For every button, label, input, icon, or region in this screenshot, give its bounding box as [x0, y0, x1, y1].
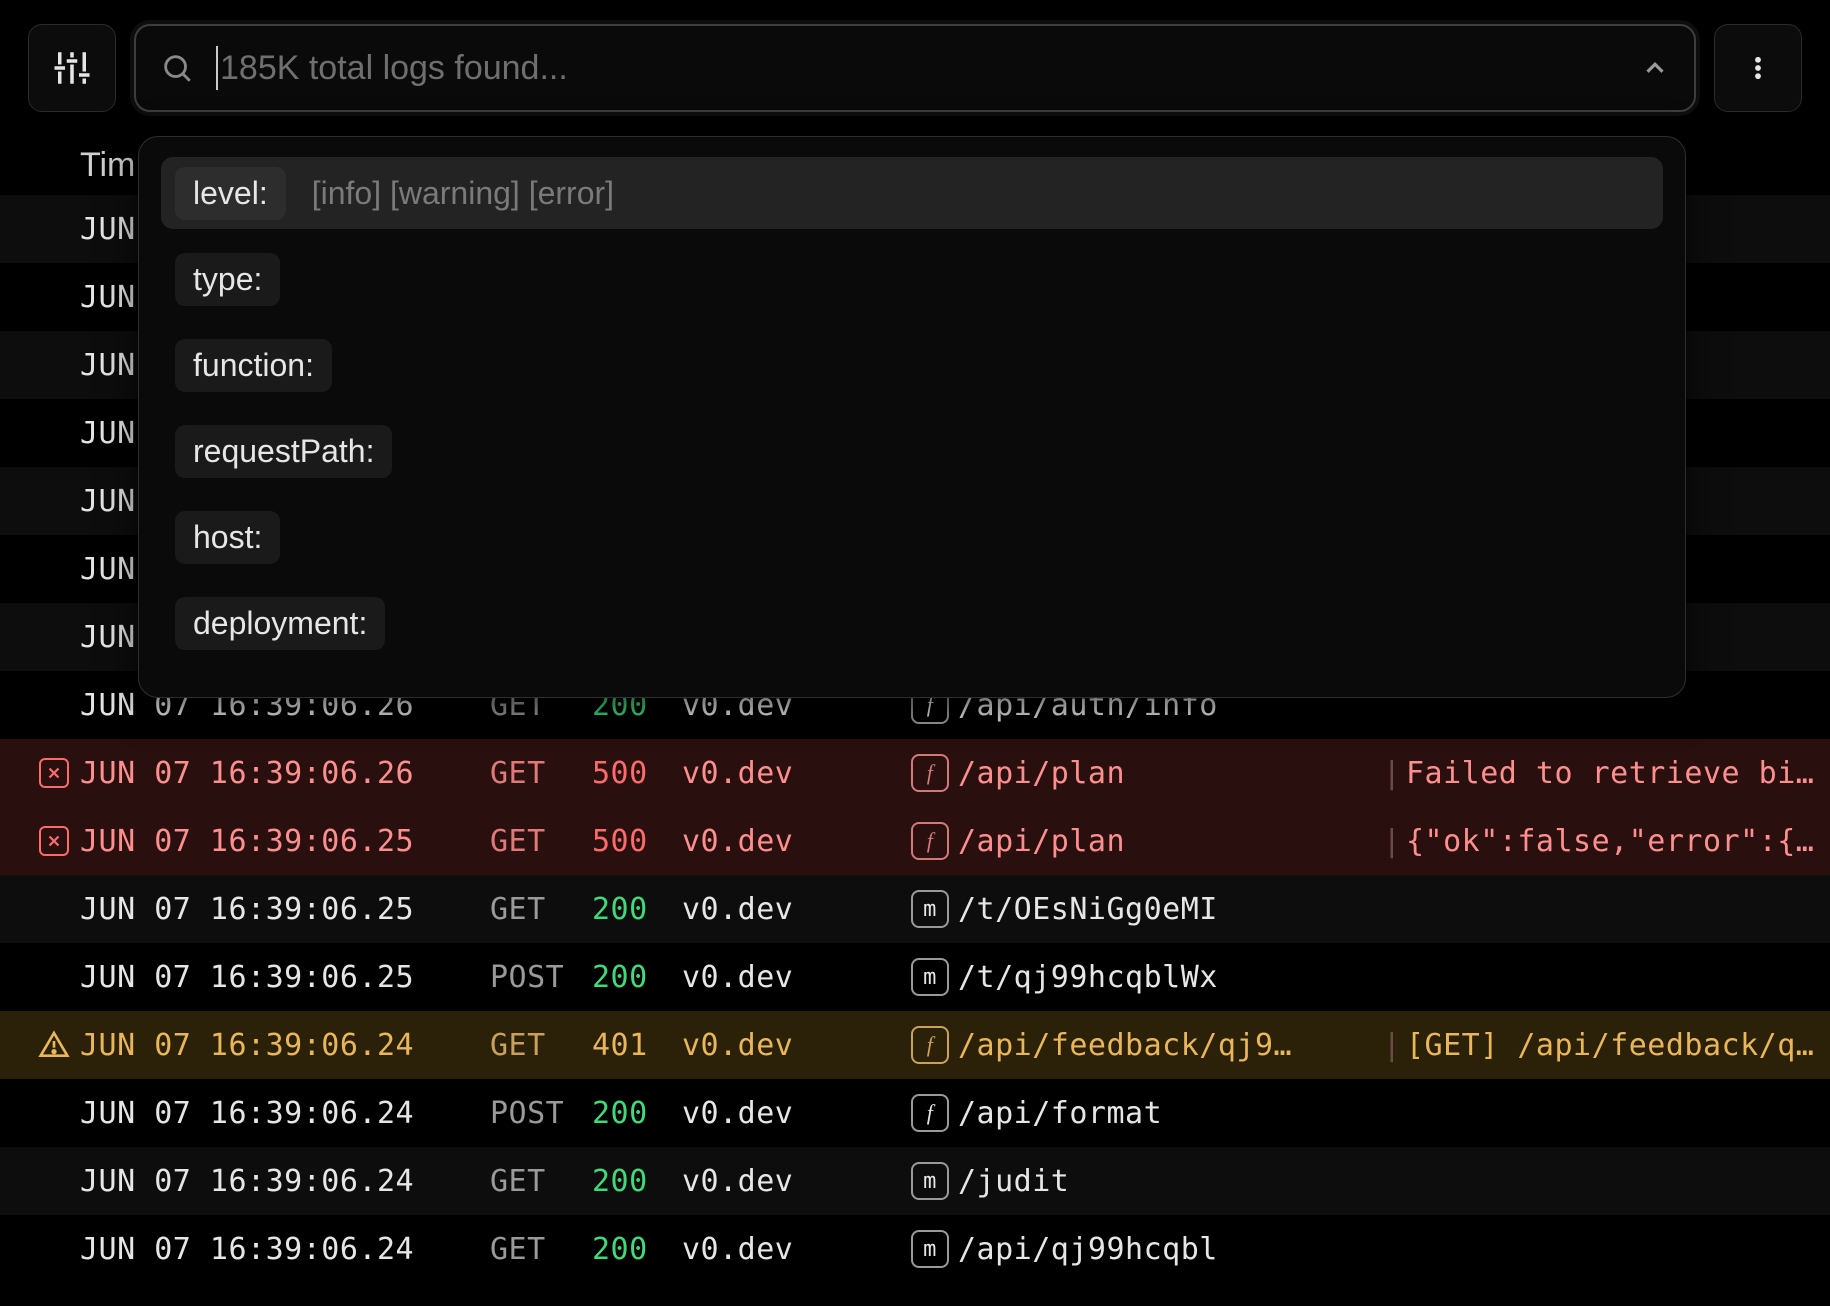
- suggestion-type[interactable]: type:: [161, 243, 1663, 315]
- log-method: GET: [490, 756, 592, 791]
- suggestion-level[interactable]: level: [info] [warning] [error]: [161, 157, 1663, 229]
- log-row[interactable]: JUN 07 16:39:06.24GET200v0.dev m/judit: [0, 1147, 1830, 1215]
- log-timestamp: JUN 07 16:39:06.24: [80, 1164, 490, 1199]
- suggestion-chip: deployment:: [175, 597, 385, 650]
- dots-vertical-icon: [1744, 48, 1772, 88]
- log-kind-badge: f: [902, 822, 958, 860]
- log-host: v0.dev: [682, 1232, 902, 1267]
- log-kind-badge: m: [902, 1230, 958, 1268]
- log-timestamp: JUN 07 16:39:06.24: [80, 1096, 490, 1131]
- log-status-code: 200: [592, 1096, 682, 1131]
- text-cursor: [216, 46, 218, 90]
- log-row[interactable]: JUN 07 16:39:06.24GET401v0.dev f/api/feed…: [0, 1011, 1830, 1079]
- middleware-icon: m: [911, 958, 949, 996]
- error-icon: [28, 758, 80, 788]
- log-timestamp: JUN 07 16:39:06.24: [80, 1232, 490, 1267]
- sliders-icon: [51, 47, 93, 89]
- function-icon: f: [911, 1026, 949, 1064]
- log-method: POST: [490, 1096, 592, 1131]
- log-path: /api/feedback/qj9…: [958, 1028, 1378, 1063]
- suggestion-requestPath[interactable]: requestPath:: [161, 415, 1663, 487]
- log-status-code: 200: [592, 892, 682, 927]
- warning-icon: [28, 1029, 80, 1061]
- log-path: /api/qj99hcqbl: [958, 1232, 1378, 1267]
- log-path: /t/OEsNiGg0eMI: [958, 892, 1378, 927]
- log-row[interactable]: JUN 07 16:39:06.24POST200v0.dev f/api/for…: [0, 1079, 1830, 1147]
- middleware-icon: m: [911, 1230, 949, 1268]
- log-status-code: 500: [592, 756, 682, 791]
- log-row[interactable]: JUN 07 16:39:06.25GET500v0.dev f/api/plan…: [0, 807, 1830, 875]
- chevron-up-icon[interactable]: [1640, 53, 1670, 83]
- log-host: v0.dev: [682, 824, 902, 859]
- log-kind-badge: m: [902, 1162, 958, 1200]
- log-host: v0.dev: [682, 892, 902, 927]
- middleware-icon: m: [911, 1162, 949, 1200]
- function-icon: f: [911, 754, 949, 792]
- log-message: {"ok":false,"error":{"messa: [1406, 824, 1830, 859]
- log-path: /api/format: [958, 1096, 1378, 1131]
- log-kind-badge: f: [902, 1094, 958, 1132]
- suggestion-hint: [info] [warning] [error]: [312, 175, 614, 212]
- separator: |: [1378, 756, 1406, 791]
- log-kind-badge: m: [902, 890, 958, 928]
- more-menu-button[interactable]: [1714, 24, 1802, 112]
- log-method: GET: [490, 1028, 592, 1063]
- log-host: v0.dev: [682, 960, 902, 995]
- suggestion-chip: function:: [175, 339, 332, 392]
- log-status-code: 500: [592, 824, 682, 859]
- log-path: /t/qj99hcqblWx: [958, 960, 1378, 995]
- separator: |: [1378, 824, 1406, 859]
- log-status-code: 200: [592, 1164, 682, 1199]
- suggestion-chip: level:: [175, 167, 286, 220]
- search-suggestions-dropdown: level: [info] [warning] [error] type: funct…: [138, 136, 1686, 698]
- search-bar[interactable]: [134, 24, 1696, 112]
- log-host: v0.dev: [682, 756, 902, 791]
- log-kind-badge: m: [902, 958, 958, 996]
- suggestion-host[interactable]: host:: [161, 501, 1663, 573]
- search-icon: [160, 51, 194, 85]
- log-timestamp: JUN 07 16:39:06.24: [80, 1028, 490, 1063]
- topbar: [0, 0, 1830, 132]
- log-path: /api/plan: [958, 756, 1378, 791]
- log-path: /judit: [958, 1164, 1378, 1199]
- log-row[interactable]: JUN 07 16:39:06.25POST200v0.dev m/t/qj99h…: [0, 943, 1830, 1011]
- log-host: v0.dev: [682, 1164, 902, 1199]
- log-row[interactable]: JUN 07 16:39:06.25GET200v0.dev m/t/OEsNiG…: [0, 875, 1830, 943]
- log-timestamp: JUN 07 16:39:06.25: [80, 892, 490, 927]
- log-status-code: 401: [592, 1028, 682, 1063]
- error-icon: [28, 826, 80, 856]
- log-method: GET: [490, 1164, 592, 1199]
- suggestion-chip: type:: [175, 253, 280, 306]
- separator: |: [1378, 1028, 1406, 1063]
- log-host: v0.dev: [682, 1096, 902, 1131]
- log-kind-badge: f: [902, 1026, 958, 1064]
- log-kind-badge: f: [902, 754, 958, 792]
- search-input[interactable]: [220, 49, 1618, 88]
- filter-sliders-button[interactable]: [28, 24, 116, 112]
- log-status-code: 200: [592, 960, 682, 995]
- function-icon: f: [911, 822, 949, 860]
- log-method: POST: [490, 960, 592, 995]
- log-host: v0.dev: [682, 1028, 902, 1063]
- log-row[interactable]: JUN 07 16:39:06.24GET200v0.dev m/api/qj99…: [0, 1215, 1830, 1283]
- log-timestamp: JUN 07 16:39:06.26: [80, 756, 490, 791]
- log-row[interactable]: JUN 07 16:39:06.26GET500v0.dev f/api/plan…: [0, 739, 1830, 807]
- suggestion-function[interactable]: function:: [161, 329, 1663, 401]
- suggestion-chip: host:: [175, 511, 280, 564]
- suggestion-deployment[interactable]: deployment:: [161, 587, 1663, 659]
- log-message: Failed to retrieve billing: [1406, 756, 1830, 791]
- log-timestamp: JUN 07 16:39:06.25: [80, 960, 490, 995]
- function-icon: f: [911, 1094, 949, 1132]
- log-message: [GET] /api/feedback/qj99hcq: [1406, 1028, 1830, 1063]
- log-method: GET: [490, 1232, 592, 1267]
- suggestion-chip: requestPath:: [175, 425, 392, 478]
- log-method: GET: [490, 824, 592, 859]
- log-method: GET: [490, 892, 592, 927]
- middleware-icon: m: [911, 890, 949, 928]
- log-path: /api/plan: [958, 824, 1378, 859]
- log-timestamp: JUN 07 16:39:06.25: [80, 824, 490, 859]
- log-status-code: 200: [592, 1232, 682, 1267]
